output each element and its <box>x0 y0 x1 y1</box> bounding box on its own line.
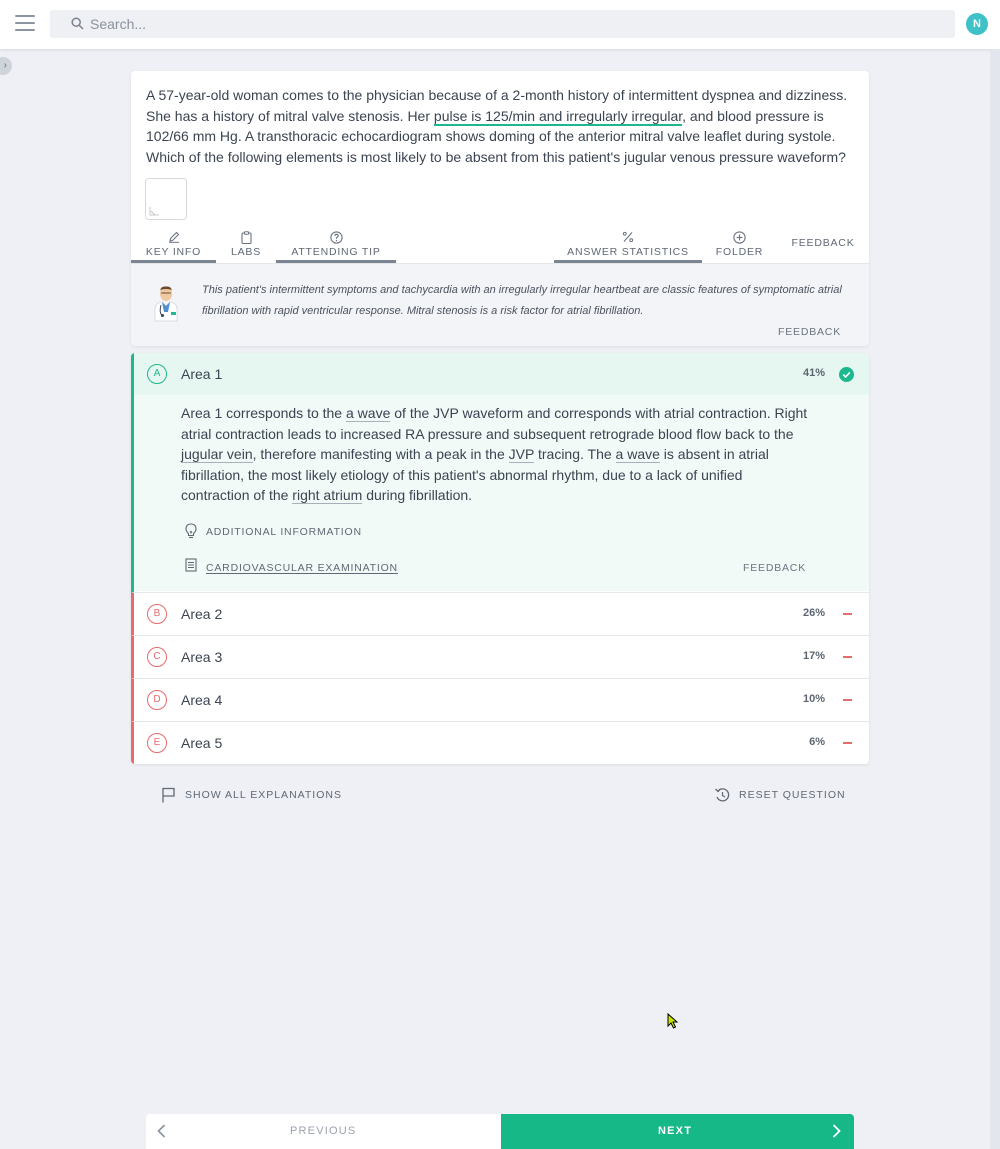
chevron-left-icon <box>157 1124 166 1138</box>
show-all-explanations-label: SHOW ALL EXPLANATIONS <box>185 789 342 801</box>
explanation-feedback-button[interactable]: FEEDBACK <box>743 562 806 574</box>
choice-percentage: 41% <box>802 367 825 379</box>
image-thumbnail[interactable] <box>145 178 187 220</box>
percent-icon <box>622 231 634 243</box>
check-circle-icon <box>839 367 854 382</box>
explanation-text-part: tracing. The <box>534 446 616 463</box>
reset-question-button[interactable]: RESET QUESTION <box>714 787 845 806</box>
choice-percentage: 17% <box>802 650 825 662</box>
answer-choice-b[interactable]: B Area 2 26% <box>131 593 869 636</box>
tab-key-info-label: KEY INFO <box>145 246 202 258</box>
clipboard-icon <box>240 231 252 245</box>
tab-attending-tip[interactable]: ATTENDING TIP <box>276 228 396 263</box>
avatar[interactable]: N <box>966 13 988 35</box>
link-a-wave[interactable]: a wave <box>346 405 391 422</box>
sidebar-toggle-chevron-icon[interactable]: › <box>0 57 12 75</box>
explanation-text-part: during fibrillation. <box>362 487 473 504</box>
attending-tip-text: This patient's intermittent symptoms and… <box>202 284 842 317</box>
question-tabs: KEY INFO LABS ATTENDING TIP ANSWER STATI… <box>131 228 869 264</box>
reset-icon <box>715 788 730 802</box>
tab-folder-label: FOLDER <box>715 246 764 258</box>
document-icon <box>185 558 197 572</box>
question-stem: A 57-year-old woman comes to the physici… <box>146 85 851 167</box>
minus-icon <box>843 613 852 615</box>
tab-answer-statistics[interactable]: ANSWER STATISTICS <box>554 228 702 263</box>
explanation-text-part: , therefore manifesting with a peak in t… <box>252 446 509 463</box>
choice-letter: E <box>147 733 167 753</box>
link-jvp[interactable]: JVP <box>508 446 535 464</box>
reset-question-label: RESET QUESTION <box>739 789 846 801</box>
lightbulb-icon <box>185 523 197 539</box>
answer-choices: A Area 1 41% Area 1 corresponds to the a… <box>131 353 869 764</box>
choice-letter: C <box>147 647 167 667</box>
flag-icon <box>162 787 175 803</box>
minus-icon <box>843 742 852 744</box>
choice-percentage: 6% <box>809 736 825 748</box>
previous-label: PREVIOUS <box>290 1125 357 1137</box>
tab-folder[interactable]: FOLDER <box>702 228 777 263</box>
cardiovascular-examination-link[interactable]: CARDIOVASCULAR EXAMINATION <box>206 562 398 574</box>
answer-row[interactable]: A Area 1 41% <box>134 353 869 395</box>
choice-label: Area 2 <box>181 606 223 622</box>
next-button[interactable]: NEXT <box>501 1114 854 1149</box>
stem-highlight[interactable]: pulse is 125/min and irregularly irregul… <box>433 107 683 126</box>
link-jugular-vein[interactable]: jugular vein <box>181 446 253 464</box>
answer-choice-a[interactable]: A Area 1 41% Area 1 corresponds to the a… <box>131 353 869 593</box>
explanation-panel: Area 1 corresponds to the a wave of the … <box>134 395 869 591</box>
choice-percentage: 26% <box>802 607 825 619</box>
tab-labs[interactable]: LABS <box>216 228 276 263</box>
additional-information-button[interactable]: ADDITIONAL INFORMATION <box>206 526 362 538</box>
tab-key-info[interactable]: KEY INFO <box>131 228 216 263</box>
tab-feedback-label: FEEDBACK <box>791 237 855 249</box>
choice-letter: D <box>147 690 167 710</box>
answer-choice-e[interactable]: E Area 5 6% <box>131 722 869 764</box>
minus-icon <box>843 699 852 701</box>
tab-answer-statistics-label: ANSWER STATISTICS <box>567 246 689 258</box>
show-all-explanations-button[interactable]: SHOW ALL EXPLANATIONS <box>161 787 341 806</box>
chevron-right-icon <box>832 1124 841 1138</box>
search-icon <box>71 17 84 30</box>
menu-icon[interactable] <box>15 15 35 33</box>
choice-percentage: 10% <box>802 693 825 705</box>
minus-icon <box>843 656 852 658</box>
choice-label: Area 1 <box>181 366 223 382</box>
choice-letter: A <box>147 364 167 384</box>
answer-choice-d[interactable]: D Area 4 10% <box>131 679 869 722</box>
scrollbar[interactable] <box>990 49 1000 1149</box>
tab-attending-tip-label: ATTENDING TIP <box>291 246 381 258</box>
question-circle-icon <box>329 231 343 244</box>
answer-choice-c[interactable]: C Area 3 17% <box>131 636 869 679</box>
explanation-text: Area 1 corresponds to the a wave of the … <box>181 403 811 506</box>
pencil-icon <box>168 231 179 243</box>
tip-feedback-button[interactable]: FEEDBACK <box>778 326 841 338</box>
search-input[interactable] <box>90 14 930 34</box>
tab-labs-label: LABS <box>230 246 262 258</box>
next-label: NEXT <box>658 1125 693 1137</box>
choice-label: Area 4 <box>181 692 223 708</box>
previous-button[interactable]: PREVIOUS <box>146 1114 501 1149</box>
broken-image-icon <box>149 207 159 216</box>
link-a-wave-2[interactable]: a wave <box>615 446 660 464</box>
doctor-icon <box>154 286 178 322</box>
link-right-atrium[interactable]: right atrium <box>292 487 363 505</box>
choice-letter: B <box>147 604 167 624</box>
choice-label: Area 5 <box>181 735 223 751</box>
attending-tip-panel: This patient's intermittent symptoms and… <box>131 264 869 346</box>
plus-circle-icon <box>733 231 746 244</box>
tab-feedback[interactable]: FEEDBACK <box>777 228 869 263</box>
mouse-cursor-icon <box>667 1013 679 1029</box>
search-bar[interactable] <box>50 10 955 38</box>
top-bar: N <box>0 0 1000 49</box>
choice-label: Area 3 <box>181 649 223 665</box>
explanation-text-part: Area 1 corresponds to the <box>181 405 346 421</box>
question-card: A 57-year-old woman comes to the physici… <box>131 71 869 346</box>
